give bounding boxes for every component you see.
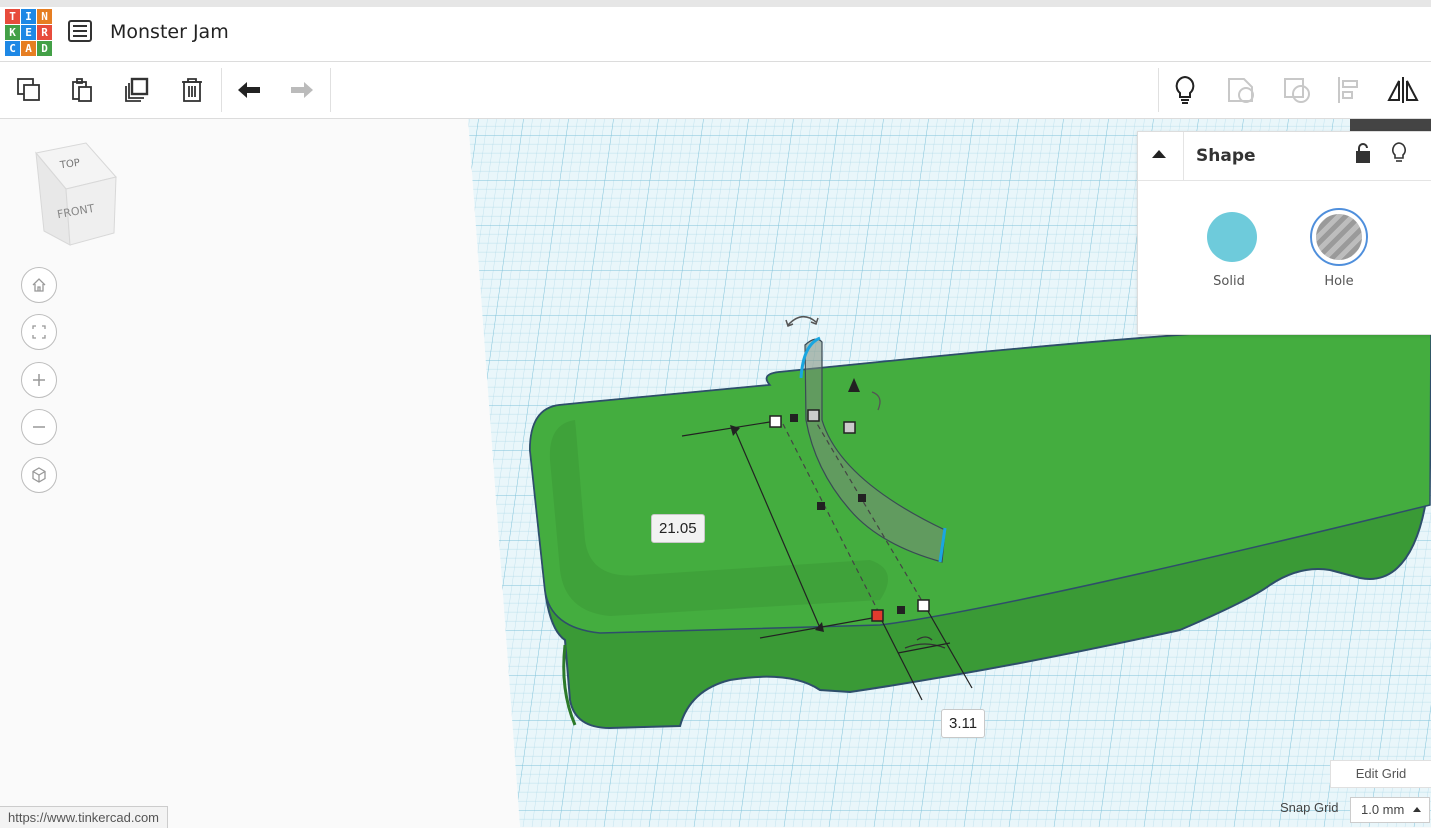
zoom-in-icon[interactable]: [21, 362, 57, 398]
ungroup-icon[interactable]: [1280, 74, 1314, 106]
snap-grid-select[interactable]: 1.0 mm: [1350, 797, 1430, 823]
status-url: https://www.tinkercad.com: [0, 806, 168, 828]
logo-letter: I: [21, 9, 36, 24]
logo-letter: R: [37, 25, 52, 40]
length-dimension-input[interactable]: 21.05: [651, 514, 705, 543]
copy-icon[interactable]: [12, 74, 46, 106]
group-icon[interactable]: [1224, 74, 1258, 106]
logo-letter: E: [21, 25, 36, 40]
solid-color-button[interactable]: [1203, 208, 1261, 266]
hole-label: Hole: [1324, 274, 1354, 289]
visibility-bulb-icon[interactable]: [1390, 141, 1408, 170]
shape-inspector-panel: Shape Solid Hole: [1137, 131, 1431, 335]
snap-grid-label: Snap Grid: [1280, 800, 1339, 815]
logo-letter: C: [5, 41, 20, 56]
logo-letter: D: [37, 41, 52, 56]
logo-letter: T: [5, 9, 20, 24]
lock-icon[interactable]: [1354, 142, 1372, 169]
note-bulb-icon[interactable]: [1168, 74, 1202, 106]
edit-grid-button[interactable]: Edit Grid: [1330, 760, 1431, 788]
logo-letter: K: [5, 25, 20, 40]
mirror-icon[interactable]: [1386, 74, 1420, 106]
project-title[interactable]: Monster Jam: [110, 21, 229, 43]
logo-letter: A: [21, 41, 36, 56]
caret-up-icon: [1413, 807, 1421, 812]
home-view-icon[interactable]: [21, 267, 57, 303]
hole-button[interactable]: [1310, 208, 1368, 266]
zoom-out-icon[interactable]: [21, 409, 57, 445]
shape-panel-title: Shape: [1196, 146, 1256, 166]
fit-view-icon[interactable]: [21, 314, 57, 350]
width-dimension-input[interactable]: 3.11: [941, 709, 986, 738]
edit-toolbar: [0, 62, 1431, 119]
duplicate-icon[interactable]: [120, 74, 154, 106]
ortho-view-icon[interactable]: [21, 457, 57, 493]
top-bar: TIN KER CAD Monster Jam: [0, 0, 1431, 62]
align-icon[interactable]: [1332, 74, 1366, 106]
collapse-caret-icon[interactable]: [1152, 150, 1166, 158]
view-cube[interactable]: TOP FRONT: [30, 139, 125, 249]
snap-grid-value: 1.0 mm: [1361, 802, 1405, 817]
redo-icon[interactable]: [285, 74, 319, 106]
project-list-icon[interactable]: [68, 20, 92, 42]
logo-letter: N: [37, 9, 52, 24]
tinkercad-logo[interactable]: TIN KER CAD: [5, 9, 53, 57]
shape-panel-header: Shape: [1138, 132, 1431, 181]
delete-icon[interactable]: [175, 74, 209, 106]
solid-label: Solid: [1213, 274, 1245, 289]
undo-icon[interactable]: [232, 74, 266, 106]
paste-icon[interactable]: [65, 74, 99, 106]
